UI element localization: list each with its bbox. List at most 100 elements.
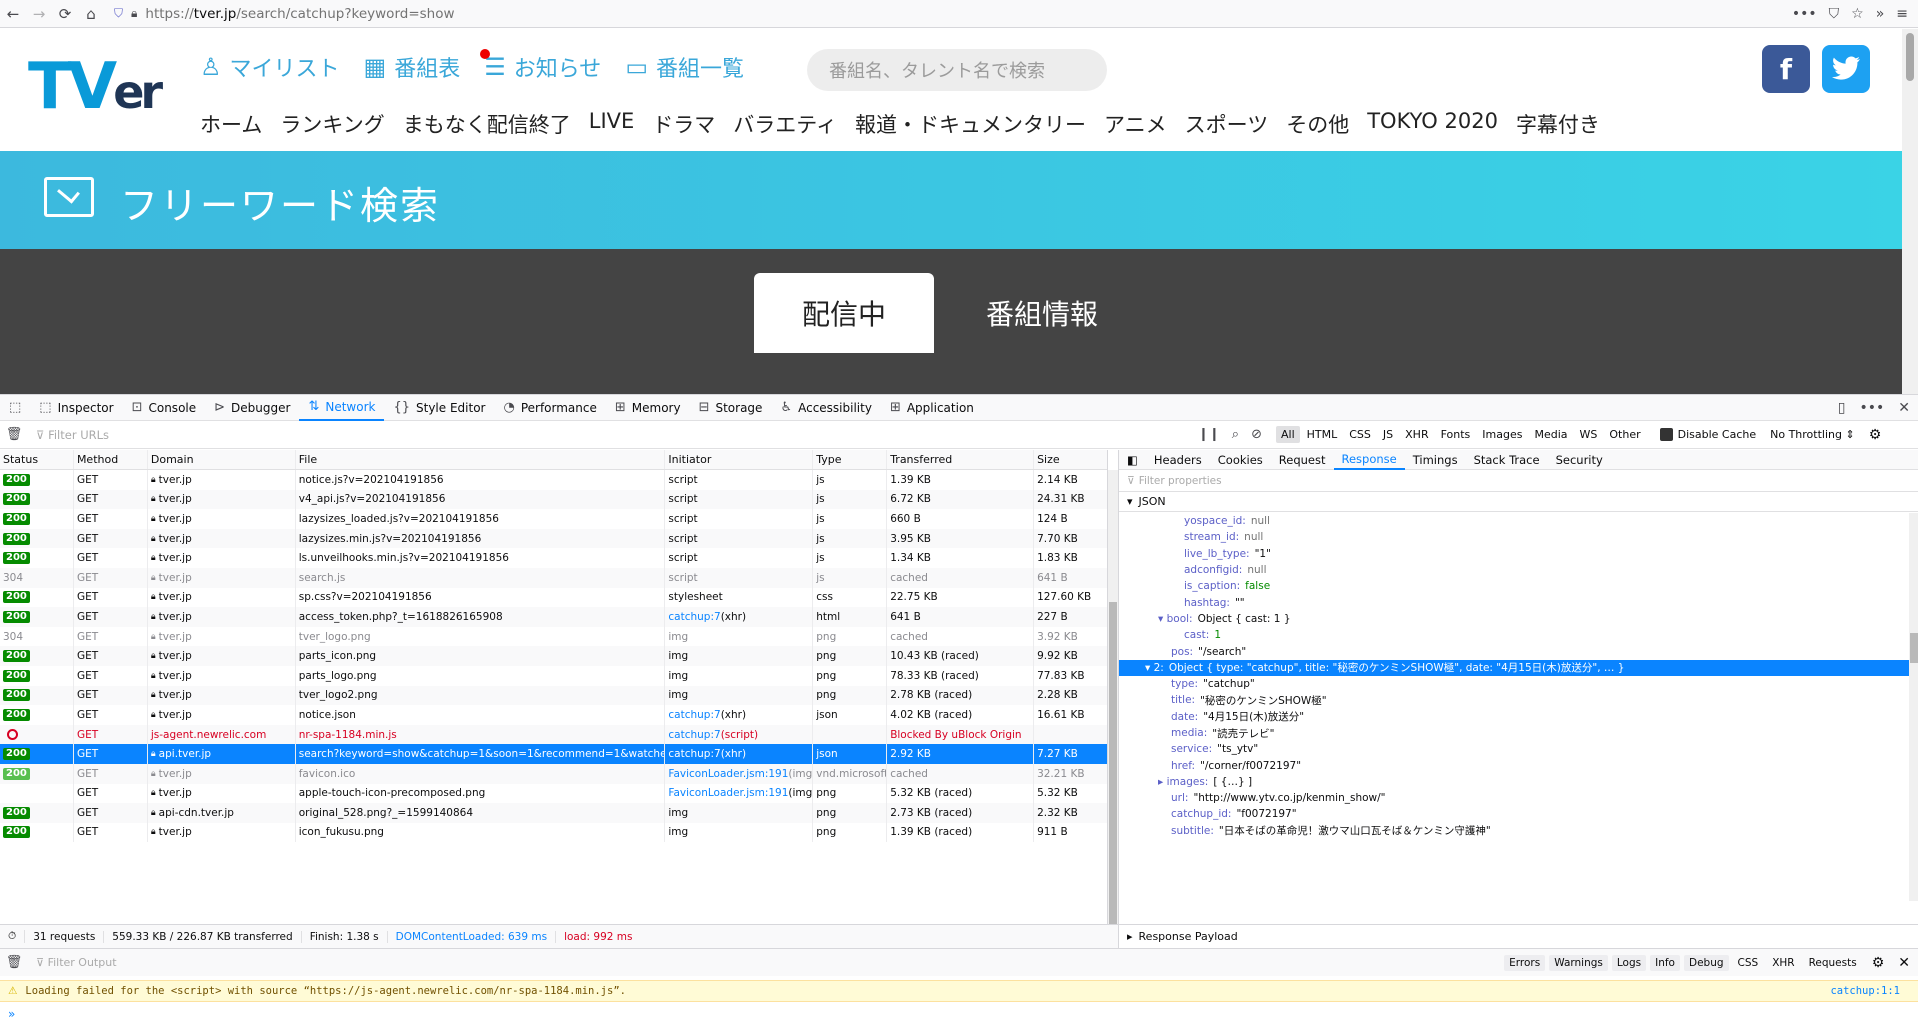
bookmark-star-icon[interactable]: ☆ xyxy=(1851,6,1864,22)
detail-tab-cookies[interactable]: Cookies xyxy=(1210,450,1271,470)
column-header[interactable]: Initiator xyxy=(665,450,814,469)
json-line[interactable]: date: "4月15日(木)放送分" xyxy=(1119,709,1909,725)
throttling-select[interactable]: No Throttling ⇕ xyxy=(1770,428,1855,441)
detail-tab-headers[interactable]: Headers xyxy=(1146,450,1210,470)
type-filter-fonts[interactable]: Fonts xyxy=(1436,426,1476,443)
type-filter-media[interactable]: Media xyxy=(1529,426,1572,443)
json-line[interactable]: ▸ images: [ {…} ] xyxy=(1119,774,1909,790)
tool-tab-debugger[interactable]: ⊳ Debugger xyxy=(205,395,299,421)
pick-element-icon[interactable]: ⬚ xyxy=(0,395,30,421)
main-nav-item[interactable]: アニメ xyxy=(1104,109,1167,139)
program-list-link[interactable]: ▭ 番組一覧 xyxy=(625,51,744,83)
json-line[interactable]: yospace_id: null xyxy=(1119,513,1909,529)
column-header[interactable]: Transferred xyxy=(887,450,1035,469)
table-row[interactable]: 200 GET 🔒︎ tver.jp notice.js?v=202104191856 s… xyxy=(0,470,1107,490)
search-icon[interactable]: ⌕ xyxy=(1232,427,1239,442)
clear-console-icon[interactable]: 🗑︎ xyxy=(0,955,28,970)
dock-icon[interactable]: ▯ xyxy=(1838,400,1846,416)
search-input[interactable]: 番組名、タレント名で検索 xyxy=(807,49,1107,91)
column-header[interactable]: Size xyxy=(1034,450,1107,469)
console-filter-xhr[interactable]: XHR xyxy=(1767,955,1799,971)
type-filter-all[interactable]: All xyxy=(1275,426,1300,443)
filter-output-input[interactable]: ⊽ Filter Output xyxy=(28,956,117,969)
json-line[interactable]: hashtag: "" xyxy=(1119,594,1909,610)
request-scrollbar[interactable] xyxy=(1108,470,1118,924)
detail-tab-request[interactable]: Request xyxy=(1271,450,1334,470)
table-row[interactable]: 200 GET 🔒︎ tver.jp parts_logo.png img png 78.33… xyxy=(0,665,1107,686)
table-row[interactable]: 200 GET 🔒︎ tver.jp lazysizes_loaded.js?v=202… xyxy=(0,509,1107,529)
url-text[interactable]: https://tver.jp/search/catchup?keyword=s… xyxy=(145,6,454,22)
table-row[interactable]: 200 GET 🔒︎ tver.jp v4_api.js?v=202104191856 s… xyxy=(0,489,1107,510)
main-nav-item[interactable]: バラエティ xyxy=(733,109,837,139)
console-filter-css[interactable]: CSS xyxy=(1733,955,1764,971)
json-line[interactable]: cast: 1 xyxy=(1119,627,1909,643)
main-nav-item[interactable]: その他 xyxy=(1286,109,1349,139)
facebook-icon[interactable]: f xyxy=(1762,45,1810,93)
tool-tab-application[interactable]: ⊞ Application xyxy=(881,395,983,421)
table-row[interactable]: 200 GET 🔒︎ tver.jp parts_icon.png img png 10.43… xyxy=(0,646,1107,666)
table-row[interactable]: 200 GET 🔒︎ api.tver.jp search?keyword=show&c… xyxy=(0,744,1107,764)
json-line[interactable]: media: "読売テレビ" xyxy=(1119,725,1909,741)
disable-cache-checkbox[interactable]: Disable Cache xyxy=(1659,428,1756,441)
shield-icon[interactable]: ⛉ xyxy=(114,6,123,21)
table-row[interactable]: 200 GET 🔒︎ tver.jp notice.json catchup:7 (xhr… xyxy=(0,705,1107,725)
table-row[interactable]: 200 GET 🔒︎ tver.jp lazysizes.min.js?v=202104… xyxy=(0,528,1107,549)
main-nav-item[interactable]: 字幕付き xyxy=(1516,109,1600,139)
tool-tab-accessibility[interactable]: ♿ Accessibility xyxy=(771,395,881,421)
column-header[interactable]: File xyxy=(296,450,666,469)
lock-icon[interactable]: 🔒︎ xyxy=(131,6,137,21)
close-console-icon[interactable]: ✕ xyxy=(1898,955,1910,971)
json-line[interactable]: title: "秘密のケンミンSHOW極" xyxy=(1119,692,1909,708)
console-filter-logs[interactable]: Logs xyxy=(1611,954,1647,971)
initiator-link[interactable]: FaviconLoader.jsm:191 xyxy=(668,768,788,780)
json-line[interactable]: subtitle: "日本そばの革命児！激ウマ山口瓦そば＆ケンミン守護神" xyxy=(1119,823,1909,839)
console-input[interactable]: » xyxy=(0,1002,1918,1026)
json-line[interactable]: stream_id: null xyxy=(1119,529,1909,545)
gear-icon[interactable]: ⚙ xyxy=(1869,427,1882,443)
type-filter-css[interactable]: CSS xyxy=(1344,426,1376,443)
initiator-link[interactable]: catchup:7 xyxy=(668,709,720,721)
table-row[interactable]: 304 GET 🔒︎ tver.jp search.js script js cached 64… xyxy=(0,567,1107,588)
type-filter-ws[interactable]: WS xyxy=(1575,426,1603,443)
back-button[interactable]: ← xyxy=(0,0,26,28)
main-nav-item[interactable]: 報道・ドキュメンタリー xyxy=(855,109,1086,139)
table-row[interactable]: 200 GET 🔒︎ tver.jp sp.css?v=202104191856 styl… xyxy=(0,587,1107,608)
table-row[interactable]: 304 GET 🔒︎ tver.jp tver_logo.png img png cached… xyxy=(0,626,1107,647)
table-row[interactable]: GET js-agent.newrelic.com nr-spa-1184.min.… xyxy=(0,724,1107,745)
type-filter-other[interactable]: Other xyxy=(1604,426,1645,443)
table-row[interactable]: 200 GET 🔒︎ tver.jp favicon.ico FaviconLoader.… xyxy=(0,763,1107,784)
column-header[interactable]: Domain xyxy=(148,450,296,469)
tool-tab-storage[interactable]: ⊟ Storage xyxy=(690,395,772,421)
detail-tab-security[interactable]: Security xyxy=(1548,450,1611,470)
tool-tab-network[interactable]: ⇅ Network xyxy=(299,395,385,421)
main-nav-item[interactable]: ランキング xyxy=(280,109,384,139)
url-bar[interactable]: ⛉ 🔒︎ https://tver.jp/search/catchup?keyw… xyxy=(110,2,1750,26)
tver-logo[interactable]: TVer xyxy=(28,55,163,119)
main-nav-item[interactable]: TOKYO 2020 xyxy=(1367,109,1498,139)
initiator-link[interactable]: FaviconLoader.jsm:191 xyxy=(668,787,788,799)
tab-program-info[interactable]: 番組情報 xyxy=(952,273,1132,353)
table-row[interactable]: 200 GET 🔒︎ tver.jp tver_logo2.png img png 2.78 … xyxy=(0,685,1107,706)
console-filter-debug[interactable]: Debug xyxy=(1683,954,1729,971)
column-header[interactable]: Status xyxy=(0,450,74,469)
response-payload-toggle[interactable]: ▸ Response Payload xyxy=(1119,924,1918,948)
json-line[interactable]: catchup_id: "f0072197" xyxy=(1119,806,1909,822)
table-row[interactable]: 200 GET 🔒︎ tver.jp access_token.php?_t=16188… xyxy=(0,607,1107,627)
json-scrollbar[interactable] xyxy=(1909,513,1918,901)
json-line[interactable]: service: "ts_ytv" xyxy=(1119,741,1909,757)
main-nav-item[interactable]: LIVE xyxy=(589,109,635,139)
close-devtools-icon[interactable]: ✕ xyxy=(1898,400,1910,416)
mylist-link[interactable]: ♙ マイリスト xyxy=(200,51,340,83)
type-filter-images[interactable]: Images xyxy=(1477,426,1527,443)
json-line[interactable]: ▾ 2: Object { type: "catchup", title: "秘密… xyxy=(1119,659,1909,676)
main-nav-item[interactable]: ホーム xyxy=(200,109,262,139)
pocket-icon[interactable]: ⛉ xyxy=(1829,6,1840,22)
tool-tab-performance[interactable]: ◔ Performance xyxy=(494,395,605,421)
hamburger-menu-icon[interactable]: ≡ xyxy=(1896,6,1908,22)
json-section-header[interactable]: ▾ JSON xyxy=(1119,492,1918,512)
clear-icon[interactable]: 🗑︎ xyxy=(0,427,28,442)
column-header[interactable]: Type xyxy=(813,450,888,469)
json-line[interactable]: ▾ bool: Object { cast: 1 } xyxy=(1119,611,1909,627)
table-row[interactable]: 200 GET 🔒︎ tver.jp ls.unveilhooks.min.js?v=2… xyxy=(0,548,1107,568)
twitter-icon[interactable] xyxy=(1822,45,1870,93)
